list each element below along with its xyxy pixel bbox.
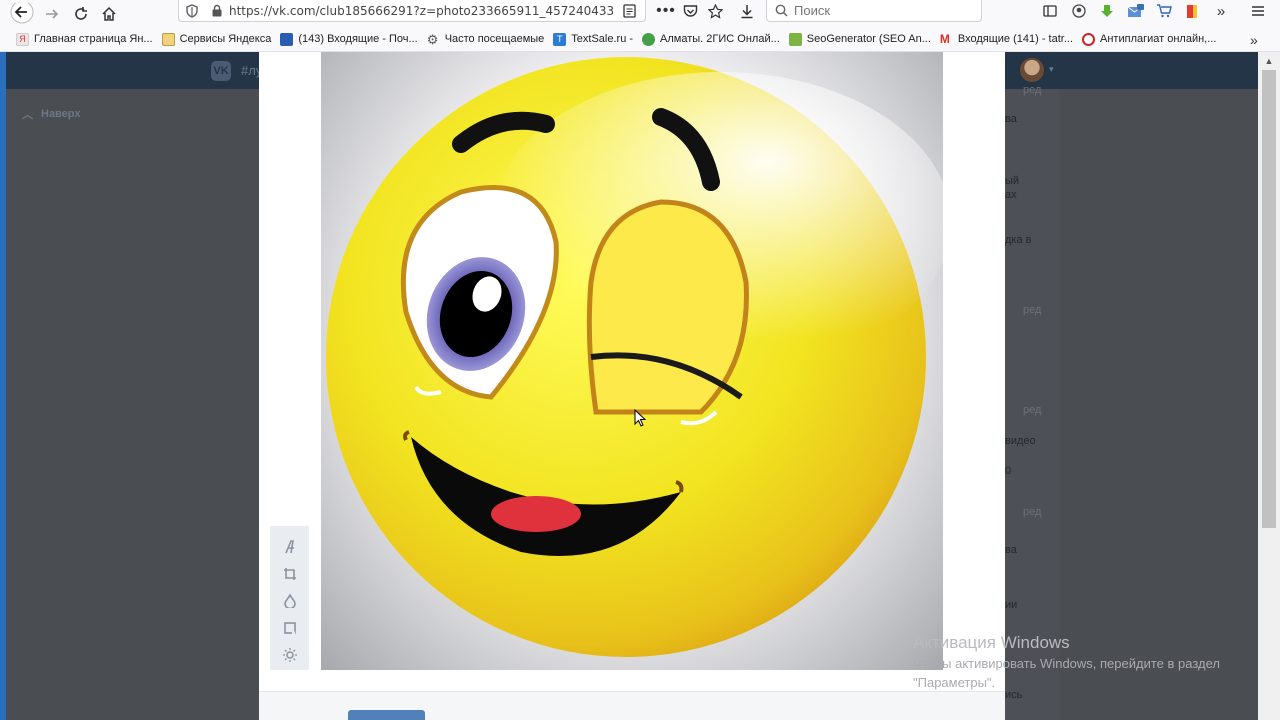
avatar[interactable] <box>1020 58 1044 82</box>
chevron-up-icon: ︿ <box>22 109 33 121</box>
shield-icon[interactable] <box>185 3 199 18</box>
bookmark-item[interactable]: ⚙ Часто посещаемые <box>427 33 545 46</box>
reader-view-icon[interactable] <box>620 0 638 22</box>
menu-icon[interactable] <box>1249 0 1267 22</box>
mail-favicon-icon <box>280 32 294 46</box>
gmail-favicon-icon: M <box>939 31 950 46</box>
auto-fix-icon[interactable] <box>270 641 309 668</box>
feed-text: ва <box>1005 113 1017 125</box>
edit-label: ред <box>1023 506 1042 518</box>
gear-icon: ⚙ <box>426 31 439 47</box>
photo-viewer-footer <box>259 691 1005 720</box>
folder-icon <box>161 32 175 46</box>
url-text: https://vk.com/club185666291?z=photo2336… <box>229 3 613 18</box>
search-placeholder: Поиск <box>794 3 831 18</box>
feed-text: видео <box>1005 435 1036 447</box>
feed-text: ах <box>1005 189 1017 201</box>
text-tool-icon[interactable] <box>270 533 309 560</box>
bookmark-item[interactable]: Алматы. 2ГИС Онлай... <box>642 32 780 46</box>
scroll-up-arrow-icon[interactable]: ▲ <box>1258 54 1280 68</box>
textsale-favicon-icon: T <box>553 32 567 46</box>
watermark-line: Чтобы активировать Windows, перейдите в … <box>913 656 1220 671</box>
vk-logo-icon[interactable]: VK <box>211 61 231 81</box>
photo-edit-toolbar <box>270 526 309 670</box>
feed-text: 0 <box>1005 465 1012 477</box>
window-edge <box>0 52 6 720</box>
home-button[interactable] <box>95 0 123 27</box>
scroll-thumb[interactable] <box>1262 70 1276 528</box>
antiplagiat-favicon-icon <box>1082 32 1096 46</box>
overflow-chevron-icon[interactable]: » <box>1212 0 1230 22</box>
bookmarks-bar: Я Главная страница Ян... Сервисы Яндекса … <box>0 27 1280 52</box>
pocket-icon[interactable] <box>681 0 699 22</box>
search-input[interactable]: Поиск <box>766 0 982 22</box>
more-actions-icon[interactable]: ••• <box>656 0 676 22</box>
url-bar[interactable]: https://vk.com/club185666291?z=photo2336… <box>178 0 646 22</box>
feed-text: ии <box>1005 599 1018 611</box>
feed-text: ва <box>1005 544 1017 556</box>
photo-viewer-modal <box>259 52 1005 720</box>
watermark-line: "Параметры". <box>913 675 996 690</box>
reload-button[interactable] <box>67 0 95 27</box>
lock-icon[interactable] <box>211 4 223 17</box>
feed-text: дка в <box>1005 234 1032 246</box>
winking-smiley-illustration <box>326 57 943 657</box>
account-icon[interactable] <box>1071 0 1087 22</box>
seogenerator-favicon-icon <box>788 32 802 46</box>
primary-action-button[interactable] <box>348 710 425 720</box>
back-to-top-link[interactable]: ︿ Наверх <box>22 106 81 122</box>
bookmark-item[interactable]: T TextSale.ru - <box>553 32 633 46</box>
bookmark-item[interactable]: (143) Входящие - Поч... <box>280 32 418 46</box>
forward-button[interactable] <box>38 0 66 27</box>
sidebar-feed-dimmed: ред ва ый ах дка в ред ред видео 0 ред в… <box>1005 84 1059 720</box>
mail-extension-icon[interactable] <box>1126 0 1144 22</box>
bookmark-flag-icon[interactable] <box>1184 0 1200 22</box>
edit-label: ред <box>1023 404 1042 416</box>
download-icon[interactable] <box>738 0 756 22</box>
edit-label: ред <box>1023 84 1042 96</box>
rotate-tool-icon[interactable] <box>270 614 309 641</box>
bookmark-item[interactable]: SeoGenerator (SEO An... <box>788 32 931 46</box>
watermark-title: Активация Windows <box>913 633 1070 652</box>
crop-tool-icon[interactable] <box>270 560 309 587</box>
2gis-favicon-icon <box>642 32 656 46</box>
bookmark-item[interactable]: M Входящие (141) - tatr... <box>939 31 1073 46</box>
chevron-down-icon[interactable]: ▾ <box>1049 64 1054 75</box>
page-scrollbar[interactable]: ▲ <box>1258 52 1280 720</box>
back-button[interactable] <box>8 0 36 27</box>
page-content: VK #лу ▾ ︿ Наверх ред ва ый ах дка в ред… <box>0 52 1280 720</box>
page-background <box>1059 89 1258 720</box>
mouse-cursor-icon <box>634 409 646 427</box>
photo-image[interactable] <box>321 52 943 670</box>
yandex-favicon-icon: Я <box>16 32 29 46</box>
cart-icon[interactable] <box>1155 0 1173 22</box>
bookmarks-overflow-icon[interactable]: » <box>1250 32 1258 48</box>
bookmark-item[interactable]: Сервисы Яндекса <box>161 32 271 46</box>
star-icon[interactable] <box>706 0 724 22</box>
bookmark-item[interactable]: Антиплагиат онлайн,... <box>1082 32 1216 46</box>
windows-activation-watermark: Активация Windows Чтобы активировать Win… <box>913 633 1220 691</box>
download-extension-icon[interactable] <box>1098 0 1116 22</box>
blur-tool-icon[interactable] <box>270 587 309 614</box>
bookmark-item[interactable]: Я Главная страница Ян... <box>16 32 153 46</box>
sidebar-icon[interactable] <box>1042 0 1058 22</box>
edit-label: ред <box>1023 304 1042 316</box>
search-icon <box>775 4 788 17</box>
feed-text: ый <box>1005 175 1020 187</box>
browser-toolbar: https://vk.com/club185666291?z=photo2336… <box>0 0 1280 27</box>
